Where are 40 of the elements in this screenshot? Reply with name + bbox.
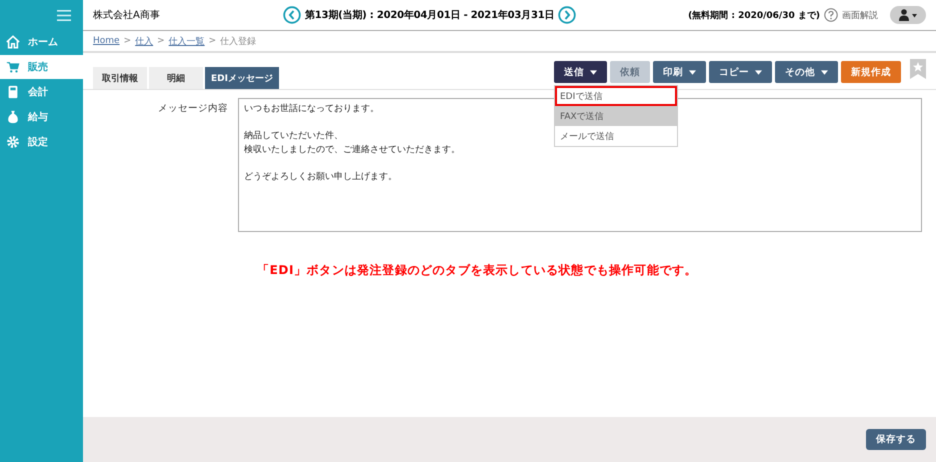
dropdown-button[interactable]: コピー (709, 61, 772, 83)
trial-period: (無料期間 : 2020/06/30 まで) (688, 9, 820, 22)
cart-icon (6, 60, 20, 74)
help-icon[interactable] (824, 8, 838, 22)
tab[interactable]: 取引情報 (93, 67, 147, 89)
dropdown-button[interactable]: その他 (775, 61, 838, 83)
breadcrumb-link[interactable]: 仕入一覧 (168, 34, 205, 48)
breadcrumb-separator: > (157, 36, 165, 46)
breadcrumb-separator: > (124, 36, 132, 46)
breadcrumb-separator: > (208, 36, 216, 46)
user-icon (898, 9, 918, 21)
bookmark-star-icon[interactable] (910, 59, 926, 79)
calculator-icon (6, 85, 20, 99)
breadcrumb-current: 仕入登録 (220, 36, 256, 48)
breadcrumb-link[interactable]: Home (93, 36, 120, 46)
breadcrumb-link[interactable]: 仕入 (135, 34, 154, 48)
tab[interactable]: EDIメッセージ (205, 67, 279, 89)
help-link[interactable]: 画面解説 (842, 8, 878, 22)
dropdown-button[interactable]: 送信 (554, 61, 607, 83)
home-icon (6, 35, 20, 49)
message-line: どうぞよろしくお願い申し上げます。 (244, 170, 397, 184)
message-line: 納品していただいた件、 (244, 130, 343, 143)
action-button[interactable]: 新規作成 (841, 61, 901, 83)
annotation-text: 「EDI」ボタンは発注登録のどのタブを表示している状態でも操作可能です。 (257, 262, 698, 279)
menu-item[interactable]: FAXで送信 (555, 106, 677, 126)
money-bag-icon (6, 110, 20, 124)
dropdown-button[interactable]: 印刷 (653, 61, 706, 83)
user-menu-button[interactable] (890, 6, 926, 24)
company-name: 株式会社A商事 (93, 8, 161, 22)
tab[interactable]: 明細 (149, 67, 203, 89)
menu-item[interactable]: メールで送信 (555, 126, 677, 146)
save-button[interactable]: 保存する (866, 429, 926, 450)
field-label: メッセージ内容 (157, 102, 229, 116)
message-line: いつもお世話になっております。 (244, 103, 379, 116)
next-icon[interactable] (558, 6, 576, 24)
previous-icon[interactable] (283, 6, 301, 24)
fiscal-period: 第13期(当期) : 2020年04月01日 - 2021年03月31日 (305, 8, 554, 22)
menu-icon[interactable] (57, 10, 71, 20)
message-line: 検収いたしましたので、ご連絡させていただきます。 (244, 144, 460, 156)
settings-icon (6, 135, 20, 149)
